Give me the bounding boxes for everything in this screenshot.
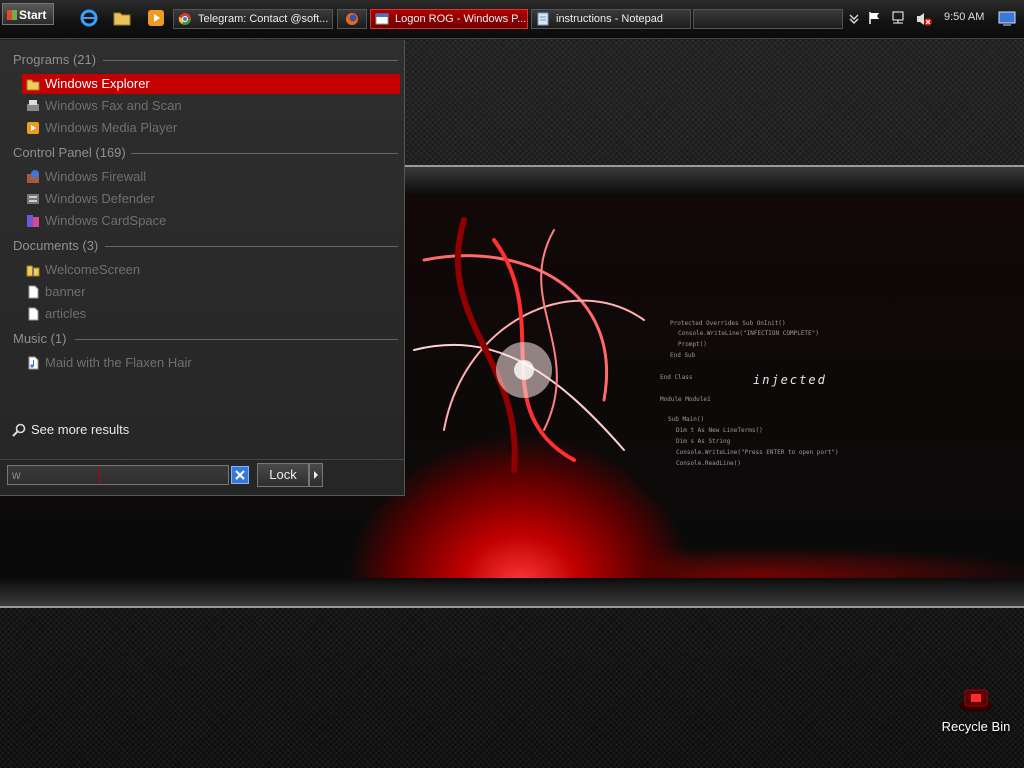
result-item-label: Windows CardSpace [45,213,167,228]
internet-explorer-icon[interactable] [80,9,98,27]
wallpaper-code-line: Protected Overrides Sub OnInit() [670,320,786,327]
divider [131,153,398,154]
result-item-label: Windows Fax and Scan [45,98,182,113]
result-item-label: banner [45,284,86,299]
taskbar-button-label: Telegram: Contact @soft... [198,13,329,25]
defender-icon [27,194,39,204]
explorer-icon [26,79,40,91]
start-label: Start [19,8,47,22]
media-player-icon[interactable] [147,9,165,27]
group-header-music: Music (1) [13,331,398,347]
windows-logo-icon [7,10,17,20]
wallpaper-code-line: Console.WriteLine("INFECTION COMPLETE") [678,330,819,337]
system-tray [846,9,1020,29]
wallpaper-code-line: Prompt() [678,341,707,348]
result-item-windows-defender[interactable]: Windows Defender [22,189,400,209]
taskbar-button-notepad[interactable]: instructions - Notepad [531,9,691,29]
power-options-arrow-button[interactable] [309,463,323,487]
clock[interactable]: 9:50 AM [944,11,984,23]
flag-icon[interactable] [868,11,882,25]
recycle-bin-label: Recycle Bin [941,719,1011,734]
cardspace-icon [27,215,39,227]
notepad-icon [537,12,549,26]
see-more-label: See more results [31,422,130,437]
result-item-articles[interactable]: articles [22,304,400,324]
search-row: w Lock [0,459,404,496]
window-icon [375,13,389,25]
result-item-welcomescreen[interactable]: WelcomeScreen [22,260,400,280]
result-item-label: Windows Explorer [45,76,150,91]
taskbar: Start Telegram: Contact @soft... Logon R… [0,0,1024,39]
chrome-icon [178,13,191,25]
result-item-banner[interactable]: banner [22,282,400,302]
result-item-maid-with-the-flaxen-hair[interactable]: Maid with the Flaxen Hair [22,353,400,373]
lock-button[interactable]: Lock [257,463,309,487]
group-header-label: Documents (3) [13,238,99,253]
result-item-windows-fax-and-scan[interactable]: Windows Fax and Scan [22,96,400,116]
result-item-windows-media-player[interactable]: Windows Media Player [22,118,400,138]
wallpaper-title: injected [753,373,827,387]
wallpaper-band [0,578,1024,608]
close-icon [235,470,245,480]
folder-icon[interactable] [113,9,131,27]
taskbar-button-firefox[interactable] [337,9,367,29]
result-item-label: Windows Media Player [45,120,178,135]
wallpaper-code-line: End Sub [670,352,696,359]
wallpaper-code-line: Dim t As New LineTerms() [676,427,763,434]
group-header-documents: Documents (3) [13,238,398,254]
wallpaper-code-line: Sub Main() [668,416,705,423]
result-item-label: WelcomeScreen [45,262,141,277]
clear-search-button[interactable] [231,466,249,484]
recycle-bin[interactable]: Recycle Bin [934,684,1018,734]
divider [103,60,398,61]
recycle-bin-icon [959,689,993,712]
wallpaper-swirl [413,217,645,473]
document-icon [28,307,39,321]
fax-icon [27,100,39,111]
lock-button-label: Lock [269,467,297,482]
result-item-label: Windows Defender [45,191,155,206]
start-button[interactable]: Start [2,3,54,25]
start-menu: Programs (21) Windows Explorer Windows F… [0,40,405,496]
taskbar-button-label: instructions - Notepad [556,13,663,25]
wallpaper-code-line: Console.ReadLine() [676,460,742,467]
chevron-right-icon [314,471,318,479]
taskbar-empty-slot [693,9,843,29]
taskbar-button-logon-rog[interactable]: Logon ROG - Windows P... [370,9,528,29]
divider [105,246,398,247]
show-desktop-icon[interactable] [998,11,1016,26]
group-header-label: Programs (21) [13,52,97,67]
firewall-icon [27,170,39,183]
folder-zip-icon [26,265,40,277]
wallpaper-code-line: End Class [660,374,693,381]
search-input[interactable]: w [7,465,229,485]
result-item-label: Maid with the Flaxen Hair [45,355,192,370]
group-header-control-panel: Control Panel (169) [13,145,398,161]
document-icon [28,285,39,299]
result-item-label: Windows Firewall [45,169,147,184]
divider [75,339,398,340]
wallpaper-code-line: Module Module1 [660,396,711,403]
result-item-windows-explorer[interactable]: Windows Explorer [22,74,400,94]
network-icon[interactable] [891,11,905,25]
taskbar-button-label: Logon ROG - Windows P... [395,13,527,25]
wallpaper-code-line: Dim s As String [676,438,731,445]
result-item-label: articles [45,306,87,321]
text-caret [99,467,100,483]
group-header-programs: Programs (21) [13,52,398,68]
group-header-label: Control Panel (169) [13,145,126,160]
media-player-icon [27,122,39,134]
chevron-down-icon[interactable] [849,13,859,25]
search-icon [12,423,26,437]
result-item-windows-cardspace[interactable]: Windows CardSpace [22,211,400,231]
volume-muted-icon[interactable] [916,11,932,27]
search-input-value: w [12,468,21,482]
group-header-label: Music (1) [13,331,67,346]
wallpaper-code-line: Console.WriteLine("Press ENTER to open p… [676,449,839,456]
taskbar-button-telegram[interactable]: Telegram: Contact @soft... [173,9,333,29]
firefox-icon [346,13,358,25]
result-item-windows-firewall[interactable]: Windows Firewall [22,167,400,187]
see-more-results-link[interactable]: See more results [12,422,129,438]
music-file-icon [28,356,39,370]
